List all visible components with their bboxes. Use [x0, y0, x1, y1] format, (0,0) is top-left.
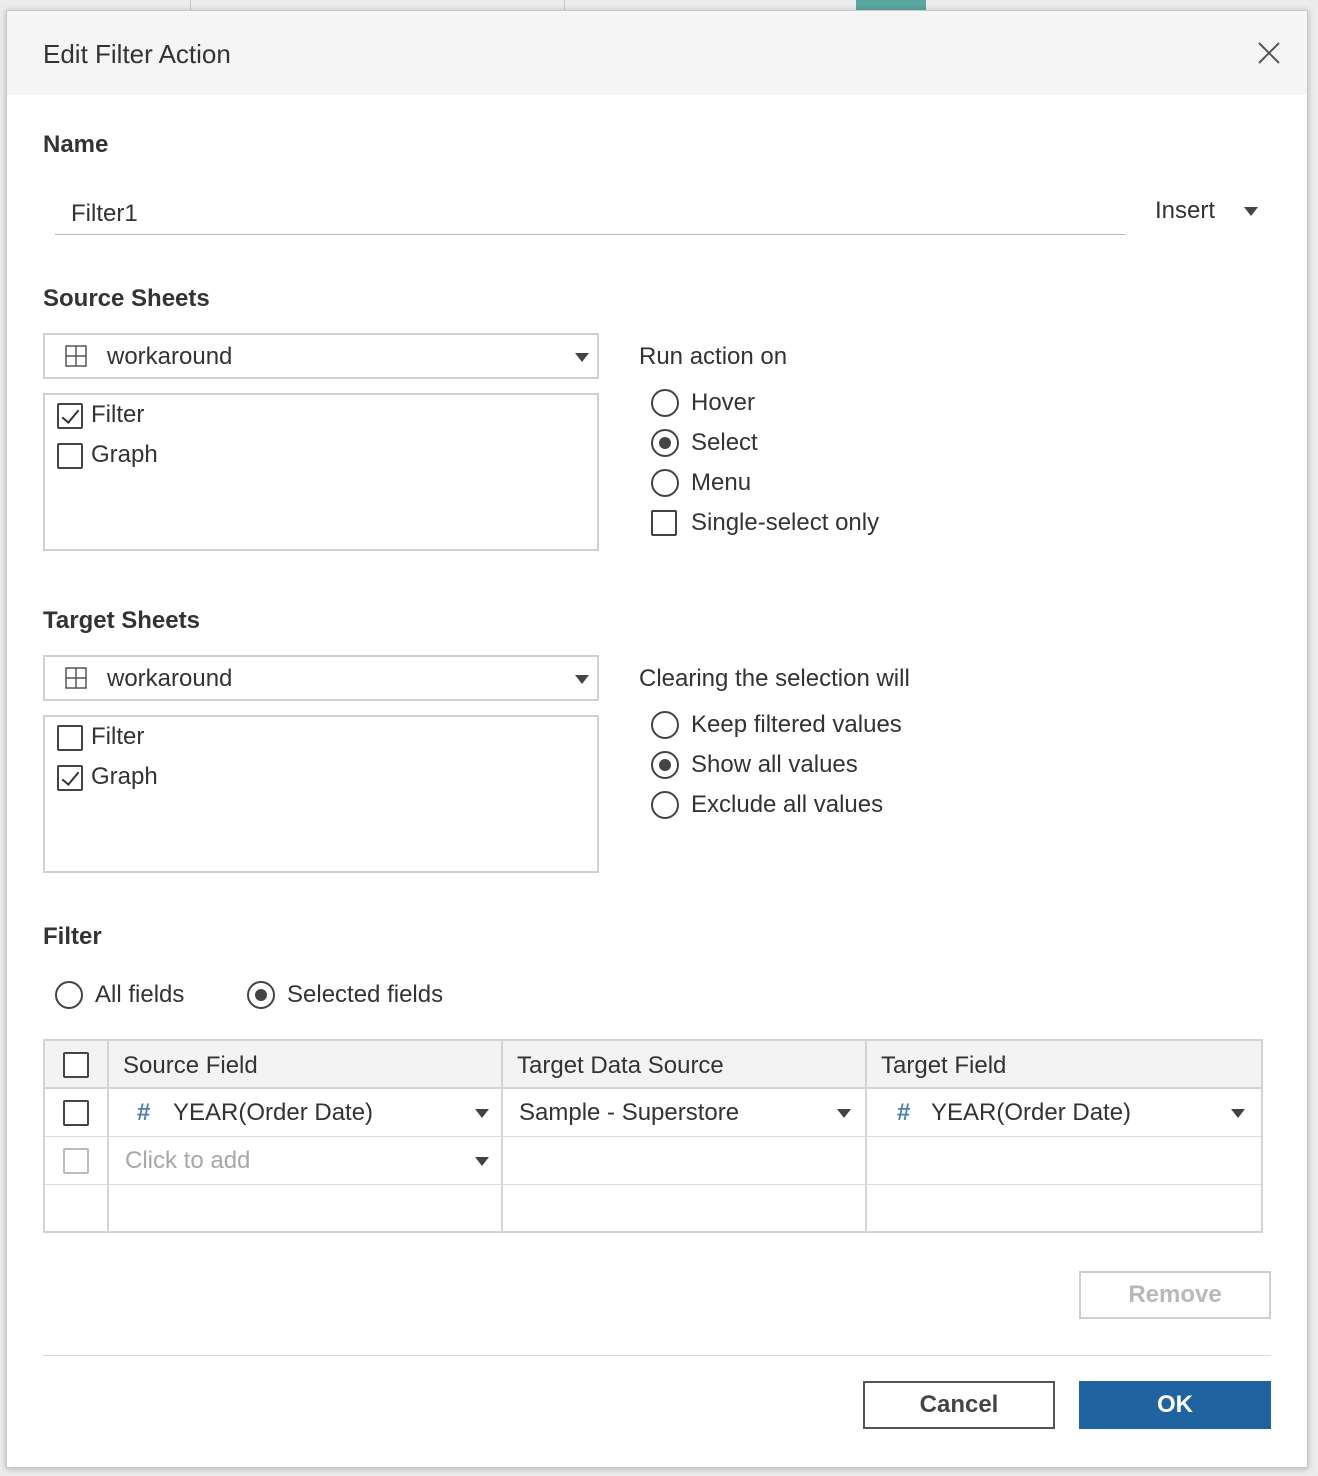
source-field-dropdown[interactable]: # YEAR(Order Date) — [109, 1089, 501, 1135]
target-data-source-value: Sample - Superstore — [519, 1099, 740, 1126]
chevron-down-icon — [475, 1157, 489, 1166]
background-divider — [564, 0, 565, 10]
close-icon[interactable] — [1255, 39, 1283, 67]
clearing-exclude-radio[interactable] — [651, 791, 679, 819]
selected-fields-label: Selected fields — [287, 981, 444, 1008]
name-label: Name — [43, 131, 109, 158]
single-select-only-label: Single-select only — [691, 509, 880, 536]
name-input[interactable] — [55, 193, 1125, 235]
run-action-select-radio[interactable] — [651, 429, 679, 457]
source-sheets-dropdown-value: workaround — [107, 343, 233, 370]
run-action-hover-radio[interactable] — [651, 389, 679, 417]
all-fields-label: All fields — [95, 981, 185, 1008]
click-to-add-dropdown[interactable]: Click to add — [109, 1137, 501, 1183]
target-sheet-graph-label: Graph — [91, 763, 158, 790]
clearing-keep-label: Keep filtered values — [691, 711, 902, 738]
column-header-target-field: Target Field — [881, 1052, 1007, 1079]
hash-icon: # — [137, 1099, 151, 1126]
chevron-down-icon — [575, 675, 589, 684]
remove-button[interactable]: Remove — [1079, 1271, 1271, 1319]
insert-label: Insert — [1155, 197, 1216, 224]
target-sheet-filter-label: Filter — [91, 723, 145, 750]
hash-icon: # — [897, 1099, 911, 1126]
clearing-show-all-radio[interactable] — [651, 751, 679, 779]
source-sheet-graph-checkbox[interactable] — [57, 443, 83, 469]
single-select-only-checkbox[interactable] — [651, 510, 677, 536]
dialog-titlebar: Edit Filter Action — [7, 11, 1307, 95]
row-divider — [45, 1184, 1261, 1185]
insert-dropdown[interactable]: Insert — [1155, 197, 1258, 225]
background-divider — [190, 0, 191, 10]
source-field-value: YEAR(Order Date) — [173, 1099, 374, 1126]
run-action-menu-radio[interactable] — [651, 469, 679, 497]
target-sheet-graph-checkbox[interactable] — [57, 765, 83, 791]
selected-fields-radio[interactable] — [247, 981, 275, 1009]
target-sheets-label: Target Sheets — [43, 607, 200, 634]
run-action-menu-label: Menu — [691, 469, 752, 496]
filter-label: Filter — [43, 923, 102, 950]
chevron-down-icon — [1243, 207, 1258, 217]
field-mapping-table: Source Field Target Data Source Target F… — [43, 1039, 1263, 1233]
target-sheets-dropdown[interactable]: workaround — [43, 655, 599, 701]
chevron-down-icon — [475, 1109, 489, 1118]
run-action-hover-label: Hover — [691, 389, 756, 416]
grid-icon — [65, 345, 87, 367]
add-row-checkbox[interactable] — [63, 1148, 89, 1174]
all-fields-radio[interactable] — [55, 981, 83, 1009]
target-data-source-dropdown[interactable]: Sample - Superstore — [503, 1089, 865, 1135]
target-field-value: YEAR(Order Date) — [931, 1099, 1132, 1126]
source-sheets-dropdown[interactable]: workaround — [43, 333, 599, 379]
clearing-show-all-label: Show all values — [691, 751, 858, 778]
source-sheet-filter-label: Filter — [91, 401, 145, 428]
grid-icon — [65, 667, 87, 689]
target-field-dropdown[interactable]: # YEAR(Order Date) — [867, 1089, 1261, 1135]
column-header-target-data-source: Target Data Source — [517, 1052, 724, 1079]
column-header-source-field: Source Field — [123, 1052, 258, 1079]
source-sheets-label: Source Sheets — [43, 285, 210, 312]
dialog-title: Edit Filter Action — [43, 39, 231, 69]
select-all-checkbox[interactable] — [63, 1052, 89, 1078]
chevron-down-icon — [837, 1109, 851, 1118]
run-action-on-label: Run action on — [639, 343, 788, 370]
edit-filter-action-dialog: Edit Filter Action Name Insert Source Sh… — [6, 10, 1308, 1468]
table-row-checkbox[interactable] — [63, 1100, 89, 1126]
clearing-exclude-label: Exclude all values — [691, 791, 884, 818]
footer-divider — [43, 1355, 1271, 1356]
run-action-select-label: Select — [691, 429, 758, 456]
chevron-down-icon — [575, 353, 589, 362]
ok-button[interactable]: OK — [1079, 1381, 1271, 1429]
target-sheets-list: Filter Graph — [43, 715, 599, 873]
target-sheets-dropdown-value: workaround — [107, 665, 233, 692]
cancel-button[interactable]: Cancel — [863, 1381, 1055, 1429]
clearing-keep-radio[interactable] — [651, 711, 679, 739]
source-sheet-graph-label: Graph — [91, 441, 158, 468]
source-sheets-list: Filter Graph — [43, 393, 599, 551]
click-to-add-placeholder: Click to add — [125, 1147, 251, 1174]
chevron-down-icon — [1231, 1109, 1245, 1118]
source-sheet-filter-checkbox[interactable] — [57, 403, 83, 429]
target-sheet-filter-checkbox[interactable] — [57, 725, 83, 751]
clearing-selection-label: Clearing the selection will — [639, 665, 910, 692]
